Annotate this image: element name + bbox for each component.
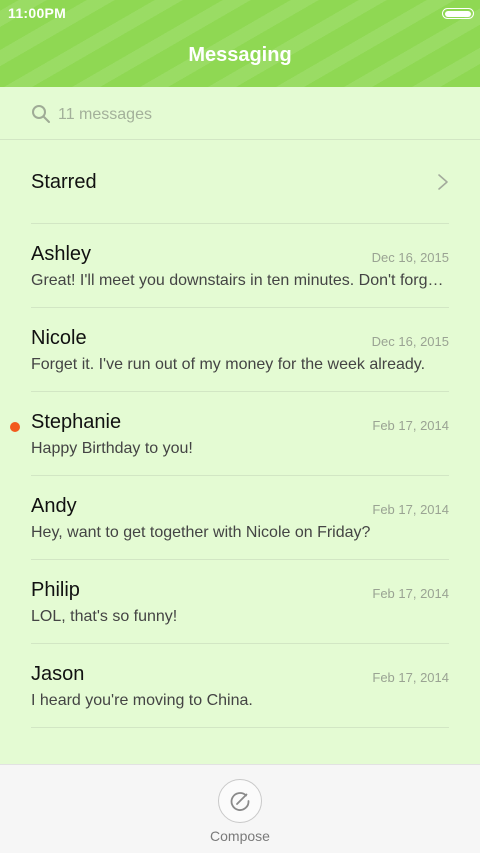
- message-snippet: Forget it. I've run out of my money for …: [31, 356, 426, 373]
- chevron-right-icon: [438, 174, 448, 190]
- message-snippet: I heard you're moving to China.: [31, 692, 253, 709]
- conversation-row[interactable]: Andy Feb 17, 2014 Hey, want to get toget…: [0, 476, 480, 560]
- message-snippet: Happy Birthday to you!: [31, 440, 193, 457]
- contact-name: Ashley: [31, 243, 92, 265]
- messaging-screen: 11:00PM Messaging Starred Ashley Dec 16,…: [0, 0, 480, 853]
- message-date: Feb 17, 2014: [372, 670, 449, 685]
- unread-indicator: [10, 422, 20, 432]
- message-date: Dec 16, 2015: [371, 334, 449, 349]
- contact-name: Andy: [31, 495, 77, 517]
- conversation-row[interactable]: Stephanie Feb 17, 2014 Happy Birthday to…: [0, 392, 480, 476]
- search-icon: [32, 105, 50, 123]
- message-date: Feb 17, 2014: [372, 418, 449, 433]
- page-title: Messaging: [188, 44, 292, 66]
- compose-button[interactable]: [218, 779, 262, 823]
- message-date: Dec 16, 2015: [371, 250, 449, 265]
- bottom-bar: Compose: [0, 764, 480, 853]
- message-date: Feb 17, 2014: [372, 586, 449, 601]
- starred-label: Starred: [31, 171, 97, 193]
- conversation-row[interactable]: Ashley Dec 16, 2015 Great! I'll meet you…: [0, 224, 480, 308]
- conversation-row[interactable]: Nicole Dec 16, 2015 Forget it. I've run …: [0, 308, 480, 392]
- conversation-row[interactable]: Philip Feb 17, 2014 LOL, that's so funny…: [0, 560, 480, 644]
- message-snippet: Hey, want to get together with Nicole on…: [31, 524, 371, 541]
- starred-row[interactable]: Starred: [31, 140, 449, 224]
- battery-level: [445, 10, 471, 17]
- search-input[interactable]: [58, 104, 438, 126]
- message-snippet: Great! I'll meet you downstairs in ten m…: [31, 272, 449, 289]
- contact-name: Jason: [31, 663, 85, 685]
- contact-name: Stephanie: [31, 411, 122, 433]
- app-header: 11:00PM Messaging: [0, 0, 480, 87]
- compose-icon: [230, 792, 250, 811]
- conversation-row[interactable]: Jason Feb 17, 2014 I heard you're moving…: [0, 644, 480, 728]
- contact-name: Philip: [31, 579, 80, 601]
- search-bar[interactable]: [0, 87, 480, 140]
- status-time: 11:00PM: [8, 5, 67, 21]
- message-date: Feb 17, 2014: [372, 502, 449, 517]
- conversation-list: Ashley Dec 16, 2015 Great! I'll meet you…: [0, 224, 480, 728]
- contact-name: Nicole: [31, 327, 87, 349]
- battery-icon: [442, 8, 474, 19]
- compose-label: Compose: [210, 828, 270, 844]
- message-snippet: LOL, that's so funny!: [31, 608, 178, 625]
